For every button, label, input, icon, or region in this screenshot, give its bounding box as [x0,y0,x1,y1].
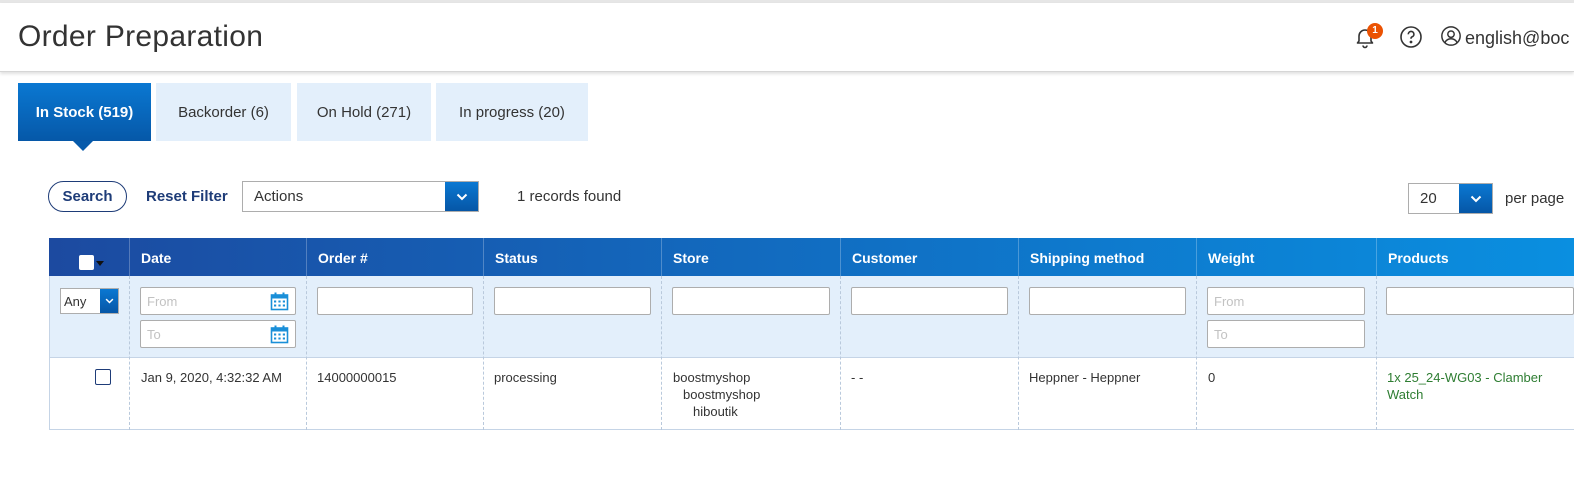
date-from-placeholder: From [147,294,178,309]
grid-header-row: Date Order # Status Store Customer Shipp… [49,238,1574,276]
column-header-store[interactable]: Store [662,238,720,276]
cell-weight: 0 [1208,370,1216,385]
cell-shipping-method: Heppner - Heppner [1029,370,1141,385]
chevron-down-icon[interactable] [100,289,118,313]
date-from-input[interactable]: From [140,287,296,315]
column-header-order[interactable]: Order # [307,238,379,276]
page-title: Order Preparation [18,20,264,53]
order-filter-input[interactable] [317,287,473,315]
active-tab-indicator [73,141,93,151]
selection-filter-value: Any [64,294,87,309]
tab-in-progress[interactable]: In progress (20) [436,83,588,141]
per-page-select[interactable]: 20 [1408,183,1493,214]
row-checkbox[interactable] [95,369,111,385]
column-header-status[interactable]: Status [484,238,549,276]
records-count: 1 records found [517,188,622,205]
column-header-customer[interactable]: Customer [841,238,928,276]
date-to-placeholder: To [147,327,161,342]
weight-from-input[interactable]: From [1207,287,1365,315]
actions-select-value: Actions [254,188,304,205]
calendar-icon[interactable] [270,325,289,344]
cell-products-link[interactable]: 1x 25_24-WG03 - Clamber Watch [1387,369,1542,403]
customer-filter-input[interactable] [851,287,1008,315]
column-header-products[interactable]: Products [1377,238,1460,276]
product-line: 1x 25_24-WG03 - Clamber [1387,370,1543,385]
product-line: Watch [1387,387,1424,402]
weight-from-placeholder: From [1214,294,1245,309]
cell-date: Jan 9, 2020, 4:32:32 AM [141,370,282,385]
help-icon[interactable] [1399,25,1423,49]
per-page-value: 20 [1420,190,1437,207]
selection-filter-select[interactable]: Any [60,288,119,314]
user-menu[interactable]: english@boc [1465,28,1569,49]
store-filter-input[interactable] [672,287,830,315]
weight-to-placeholder: To [1214,327,1228,342]
cell-status: processing [494,370,557,385]
status-filter-input[interactable] [494,287,651,315]
chevron-down-icon[interactable] [1459,184,1492,213]
products-filter-input[interactable] [1386,287,1574,315]
column-header-date[interactable]: Date [130,238,182,276]
user-icon[interactable] [1440,25,1464,49]
cell-customer: - - [851,370,864,385]
select-all-checkbox[interactable] [79,255,94,270]
date-to-input[interactable]: To [140,320,296,348]
cell-order[interactable]: 14000000015 [317,369,397,386]
actions-select[interactable]: Actions [242,181,479,212]
column-header-shipping-method[interactable]: Shipping method [1019,238,1155,276]
weight-to-input[interactable]: To [1207,320,1365,348]
notification-badge: 1 [1367,23,1383,39]
column-header-weight[interactable]: Weight [1197,238,1265,276]
store-line: boostmyshop [673,370,751,385]
tab-in-stock[interactable]: In Stock (519) [18,83,151,141]
per-page-label: per page [1505,190,1565,207]
tab-backorder[interactable]: Backorder (6) [156,83,291,141]
cell-store: boostmyshop boostmyshop hiboutik [673,369,760,420]
chevron-down-icon[interactable] [445,182,478,211]
reset-filter-link[interactable]: Reset Filter [146,188,228,205]
page-header: Order Preparation 1 english@boc [0,3,1574,72]
shipping-filter-input[interactable] [1029,287,1186,315]
search-button[interactable]: Search [48,181,127,212]
store-line: boostmyshop [683,387,761,402]
tab-on-hold[interactable]: On Hold (271) [297,83,431,141]
caret-down-icon[interactable] [96,261,104,266]
calendar-icon[interactable] [270,292,289,311]
store-line: hiboutik [693,404,738,419]
